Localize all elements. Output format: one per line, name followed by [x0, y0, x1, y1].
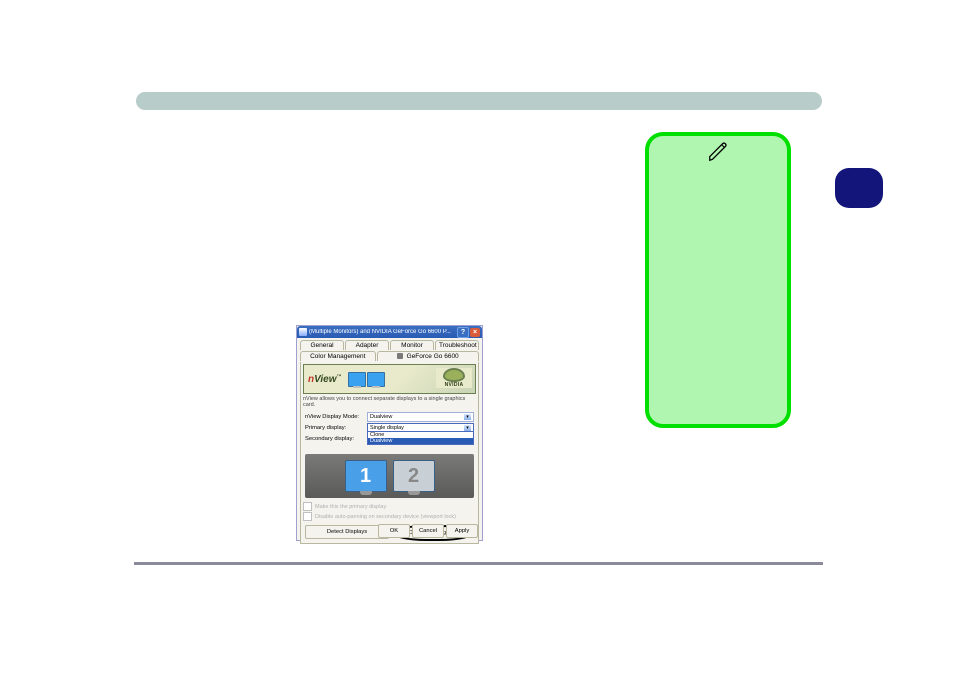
tab-color-management[interactable]: Color Management [300, 351, 376, 361]
section-divider [134, 562, 823, 565]
nview-rest: View [314, 374, 336, 385]
tab-general[interactable]: General [300, 340, 344, 350]
cancel-button[interactable]: Cancel [412, 524, 444, 538]
tab-monitor[interactable]: Monitor [390, 340, 434, 350]
primary-display-dropdown: Clone Dualview [367, 431, 474, 445]
label-display-mode: nView Display Mode: [305, 414, 367, 420]
checkbox-make-primary[interactable] [303, 502, 312, 511]
select-display-mode[interactable]: Dualview ▾ [367, 412, 474, 422]
select-display-mode-value: Dualview [370, 414, 392, 420]
label-make-primary: Make this the primary display [315, 504, 386, 510]
label-disable-autopan: Disable auto-panning on secondary device… [315, 514, 456, 520]
tab-panel: nView™ NVIDIA nView allows you to connec… [300, 362, 479, 544]
tab-troubleshoot[interactable]: Troubleshoot [435, 340, 479, 350]
label-secondary-display: Secondary display: [305, 436, 367, 442]
nview-tm: ™ [337, 374, 342, 380]
nview-banner: nView™ NVIDIA [303, 364, 476, 394]
detect-displays-button[interactable]: Detect Displays [305, 525, 389, 539]
section-header-bar [136, 92, 822, 110]
label-primary-display: Primary display: [305, 425, 367, 431]
nview-monitors-graphic [348, 372, 385, 387]
dialog-title: (Multiple Monitors) and NVIDIA GeForce G… [309, 329, 456, 335]
nvidia-word: NVIDIA [445, 382, 464, 388]
pen-icon [707, 141, 729, 166]
monitor-2[interactable]: 2 [393, 460, 435, 492]
close-button[interactable]: × [470, 328, 480, 337]
nvidia-logo: NVIDIA [436, 368, 472, 388]
tab-geforce[interactable]: GeForce Go 6600 [377, 351, 480, 361]
tab-geforce-label: GeForce Go 6600 [407, 353, 459, 360]
side-tab-marker [835, 168, 883, 208]
option-dualview[interactable]: Dualview [368, 438, 473, 444]
monitor-preview: 1 2 [305, 454, 474, 498]
dialog-titlebar: (Multiple Monitors) and NVIDIA GeForce G… [297, 326, 482, 338]
help-button[interactable]: ? [457, 327, 469, 338]
ok-button[interactable]: OK [378, 524, 410, 538]
nvidia-tab-icon [397, 353, 403, 359]
monitor-1[interactable]: 1 [345, 460, 387, 492]
display-properties-dialog: (Multiple Monitors) and NVIDIA GeForce G… [296, 325, 483, 541]
select-primary-display[interactable]: Single display ▾ Clone Dualview [367, 423, 474, 433]
note-callout [645, 132, 791, 428]
tab-adapter[interactable]: Adapter [345, 340, 389, 350]
nview-description: nView allows you to connect separate dis… [303, 396, 476, 408]
tab-strip: General Adapter Monitor Troubleshoot Col… [297, 338, 482, 361]
chevron-down-icon: ▾ [464, 414, 471, 420]
win-icon [299, 328, 307, 336]
apply-button[interactable]: Apply [446, 524, 478, 538]
checkbox-disable-autopan[interactable] [303, 512, 312, 521]
